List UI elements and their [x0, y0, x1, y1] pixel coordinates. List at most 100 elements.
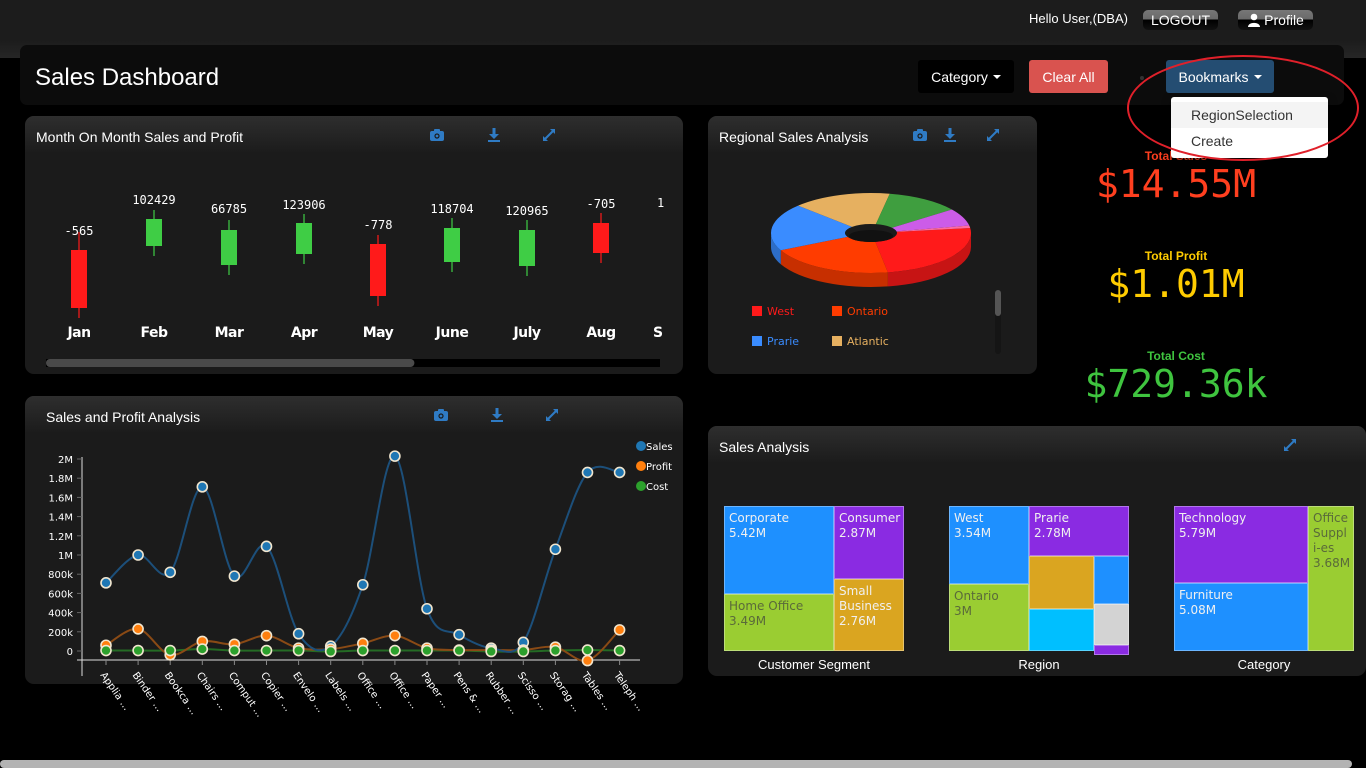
series-line-sales: [105, 455, 620, 653]
legend-swatch: [832, 336, 842, 346]
legend-dot: [636, 481, 646, 491]
data-point-sales: [389, 450, 401, 462]
y-tick-label: 1.8M: [48, 474, 73, 485]
page-title: Sales Dashboard: [35, 64, 220, 91]
logout-button[interactable]: LOGOUT: [1143, 10, 1218, 30]
bookmark-item-regionselection[interactable]: RegionSelection: [1171, 102, 1328, 128]
legend-dot: [636, 441, 646, 451]
candle-body: [221, 230, 237, 265]
bookmarks-menu: RegionSelection Create: [1171, 97, 1328, 158]
data-point-sales: [549, 543, 562, 556]
treemap-cell[interactable]: Corporate 5.42M: [724, 506, 834, 594]
data-point-sales: [196, 481, 209, 493]
treemap-cell-value: 2.87M: [839, 526, 877, 540]
treemap-cell-name: Prarie: [1034, 511, 1069, 525]
legend-swatch: [752, 306, 762, 316]
treemap-cell[interactable]: West 3.54M: [949, 506, 1029, 584]
legend-label: Atlantic: [847, 335, 889, 348]
treemap-cell[interactable]: [1094, 556, 1129, 604]
treemap-cell[interactable]: Prarie 2.78M: [1029, 506, 1129, 556]
profile-label: Profile: [1264, 12, 1304, 28]
legend-scrollbar-thumb[interactable]: [995, 290, 1001, 316]
treemap-cell[interactable]: [1094, 604, 1129, 645]
kpi-value: $729.36k: [1084, 362, 1268, 406]
treemap-cell[interactable]: Home Office 3.49M: [724, 594, 834, 651]
data-point-cost: [549, 644, 562, 657]
caret-down-icon: [1253, 74, 1262, 79]
data-point-cost: [132, 644, 144, 657]
user-greeting: Hello User,(DBA): [1029, 11, 1128, 26]
month-axis-label: July: [512, 325, 540, 341]
legend-scrollbar[interactable]: [995, 290, 1001, 354]
legend-dot: [636, 461, 646, 471]
sales-analysis-panel: Sales Analysis Corporate 5.42M Consumer 2.8…: [708, 426, 1366, 676]
treemap-cell[interactable]: Office Suppli-es 3.68M: [1308, 506, 1354, 651]
data-point-sales: [453, 628, 465, 641]
data-point-sales: [260, 540, 273, 553]
bookmarks-dropdown-button[interactable]: Bookmarks: [1166, 60, 1274, 93]
x-tick-label: Tables ...: [578, 670, 613, 713]
bookmark-item-create[interactable]: Create: [1171, 128, 1328, 154]
separator-dot: [1140, 76, 1144, 80]
month-axis-label: Feb: [140, 325, 167, 341]
treemap-cell-name: Home Office: [729, 599, 804, 613]
legend-label: West: [767, 305, 795, 318]
treemap-cell[interactable]: [1094, 645, 1129, 655]
candle-body: [593, 223, 609, 253]
x-tick-label: Storag ...: [547, 670, 582, 714]
legend-label: Profit: [646, 462, 672, 473]
treemap-cell[interactable]: Furniture 5.08M: [1174, 583, 1308, 651]
candle-value-label: 66785: [211, 202, 247, 216]
month-axis-label: Apr: [291, 325, 318, 341]
data-point-cost: [196, 643, 209, 655]
treemap-cell[interactable]: Small Business 2.76M: [834, 579, 904, 651]
data-point-cost: [485, 645, 498, 658]
legend-label: Ontario: [847, 305, 888, 318]
treemap-cell[interactable]: Consumer 2.87M: [834, 506, 904, 579]
treemap-cell-name: Corporate: [729, 511, 789, 525]
treemap-cell[interactable]: [1029, 609, 1094, 651]
candle-value-label: 102429: [132, 193, 175, 207]
treemap-cell[interactable]: [1029, 556, 1094, 609]
category-label: Category: [931, 68, 988, 85]
data-point-sales: [356, 578, 369, 591]
kpi-value: $14.55M: [1095, 162, 1257, 206]
expand-icon[interactable]: [1282, 437, 1298, 453]
x-tick-label: Rubber ...: [483, 670, 520, 716]
data-point-sales: [100, 577, 112, 589]
category-dropdown-button[interactable]: Category: [918, 60, 1014, 93]
kpi-label: Total Cost: [1147, 349, 1205, 363]
y-tick-label: 2M: [58, 455, 73, 466]
candle-body: [296, 223, 312, 254]
data-point-profit: [581, 654, 594, 667]
data-point-cost: [228, 644, 241, 657]
month-axis-label: June: [435, 325, 469, 341]
profile-button[interactable]: Profile: [1238, 10, 1313, 30]
treemap-cell[interactable]: Ontario 3M: [949, 584, 1029, 651]
y-tick-label: 0: [67, 647, 73, 658]
user-icon: [1248, 13, 1261, 27]
chart-scroll-thumb: [46, 359, 415, 367]
x-tick-label: Envelo ...: [290, 670, 326, 714]
treemap-cell[interactable]: Technology 5.79M: [1174, 506, 1308, 583]
data-point-sales: [292, 627, 305, 640]
treemap-cell-name: Ontario: [954, 589, 999, 603]
y-tick-label: 400k: [48, 609, 73, 620]
data-point-sales: [228, 570, 241, 582]
candle-value-label: -705: [587, 197, 616, 211]
treemap-cell-name: Furniture: [1179, 588, 1233, 602]
treemap-cell-value: 5.08M: [1179, 603, 1217, 617]
y-tick-label: 800k: [48, 570, 73, 581]
data-point-sales: [421, 602, 433, 615]
x-tick-label: Labels ...: [322, 670, 357, 713]
clear-all-button[interactable]: Clear All: [1029, 60, 1108, 93]
x-tick-label: Pens & ...: [451, 670, 487, 715]
horizontal-scrollbar[interactable]: [0, 760, 1352, 768]
y-tick-label: 1.4M: [48, 513, 73, 524]
data-point-cost: [453, 644, 465, 657]
month-axis-label: S: [653, 325, 663, 341]
data-point-sales: [581, 466, 594, 479]
clear-all-label: Clear All: [1042, 68, 1095, 85]
y-tick-label: 1.6M: [48, 493, 73, 504]
data-point-cost: [260, 644, 273, 657]
